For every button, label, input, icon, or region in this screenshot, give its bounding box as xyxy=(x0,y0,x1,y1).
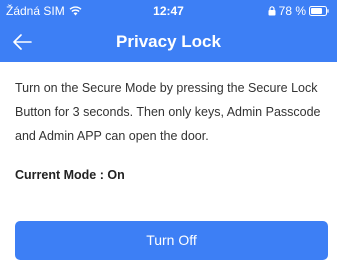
secure-mode-description: Turn on the Secure Mode by pressing the … xyxy=(15,81,321,143)
page-title: Privacy Lock xyxy=(116,32,221,51)
battery-icon xyxy=(309,6,329,16)
battery-group: 78 % xyxy=(268,4,329,18)
app-header: Žádná SIM 12:47 78 % Privacy Lock xyxy=(0,0,337,62)
lock-icon xyxy=(268,6,276,16)
battery-percent: 78 % xyxy=(278,4,306,18)
nav-bar: Privacy Lock xyxy=(0,22,337,62)
status-bar: Žádná SIM 12:47 78 % xyxy=(0,0,337,22)
turn-off-button[interactable]: Turn Off xyxy=(15,221,328,260)
current-mode-status: Current Mode : On xyxy=(15,168,125,182)
